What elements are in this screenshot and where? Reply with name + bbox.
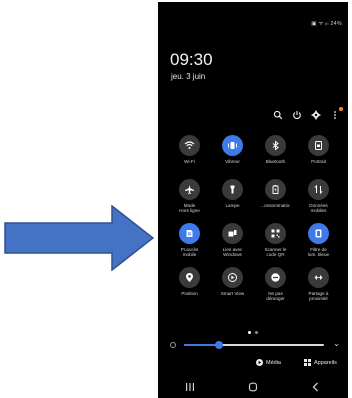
- chevron-down-icon[interactable]: ⌄: [333, 339, 340, 348]
- back-icon[interactable]: [306, 381, 326, 393]
- quick-tile-airplane[interactable]: Mode Hors ligne: [168, 179, 211, 214]
- quick-settings-grid: Wi-Fi Vibreur Bluetooth Portrait Mode Hors l…: [168, 135, 340, 302]
- quick-tile-blue-light[interactable]: Filtre de lum. bleue: [297, 223, 340, 258]
- quick-tile-power-saving[interactable]: ...onsommatio-: [254, 179, 297, 214]
- clock-time: 09:30: [170, 50, 213, 69]
- quick-tile-button[interactable]: [308, 223, 329, 244]
- location-icon: [186, 273, 193, 282]
- more-vertical-icon[interactable]: [330, 107, 343, 120]
- quick-tile-button[interactable]: [222, 179, 243, 200]
- page-indicator: [248, 331, 258, 334]
- bluetooth-icon: [272, 140, 279, 151]
- quick-tile-label: Mode Hors ligne: [179, 203, 200, 214]
- quick-tile-button[interactable]: [308, 267, 329, 288]
- wifi-icon: [184, 141, 195, 149]
- quick-tile-button[interactable]: [265, 135, 286, 156]
- quick-tile-button[interactable]: [308, 135, 329, 156]
- quick-tile-do-not-disturb[interactable]: Ne pas déranger: [254, 267, 297, 302]
- mobile-data-icon: [314, 184, 323, 195]
- apps-grid-icon: [304, 359, 311, 366]
- quick-tile-wifi[interactable]: Wi-Fi: [168, 135, 211, 170]
- quick-tile-button[interactable]: [179, 223, 200, 244]
- quick-tile-label: Ne pas déranger: [266, 291, 285, 302]
- quick-tile-location[interactable]: Position: [168, 267, 211, 302]
- quick-tile-button[interactable]: [179, 267, 200, 288]
- do-not-disturb-icon: [271, 273, 280, 282]
- link-windows-icon: [228, 230, 237, 237]
- brightness-icon: [170, 342, 176, 348]
- quick-panel-top-icons: [273, 107, 343, 120]
- quick-tile-smart-view[interactable]: Smart View: [211, 267, 254, 302]
- brightness-track[interactable]: [184, 341, 324, 349]
- right-arrow-shape: [4, 205, 154, 271]
- quick-tile-button[interactable]: [222, 223, 243, 244]
- quick-tile-label: Bluetooth: [265, 159, 286, 164]
- media-label: Média: [266, 359, 281, 366]
- quick-tile-label: Scanner le code QR: [264, 247, 287, 258]
- qr-scan-icon: [271, 229, 280, 238]
- brightness-slider[interactable]: ⌄: [170, 339, 340, 351]
- quick-tile-button[interactable]: [265, 223, 286, 244]
- quick-tile-label: Smart View: [220, 291, 245, 296]
- phone-screen: ▣ ᯤ ᵢₗₗ 24% 09:30 jeu. 3 juin Wi-Fi Vibre…: [158, 2, 348, 398]
- quick-tile-label: Portrait: [311, 159, 326, 164]
- quick-tile-label: Position: [181, 291, 198, 296]
- home-icon[interactable]: [243, 381, 263, 393]
- quick-tile-label: Données mobiles: [309, 203, 328, 214]
- media-button[interactable]: Média: [256, 359, 281, 366]
- quick-tile-button[interactable]: [222, 135, 243, 156]
- power-icon[interactable]: [292, 110, 302, 120]
- brightness-knob[interactable]: [215, 341, 223, 349]
- power-saving-icon: [272, 185, 279, 194]
- vibrate-icon: [228, 142, 237, 149]
- quick-tile-label: Partage à proximité: [308, 291, 329, 302]
- play-icon: [256, 359, 263, 366]
- quick-tile-button[interactable]: [308, 179, 329, 200]
- quick-tile-link-windows[interactable]: Lien avec Windows: [211, 223, 254, 258]
- notification-badge: [339, 107, 343, 111]
- quick-tile-nearby-share[interactable]: Partage à proximité: [297, 267, 340, 302]
- quick-tile-label: Filtre de lum. bleue: [307, 247, 330, 258]
- flashlight-icon: [230, 185, 235, 194]
- quick-tile-button[interactable]: [265, 267, 286, 288]
- quick-tile-label: Wi-Fi: [184, 159, 195, 164]
- quick-tile-button[interactable]: [222, 267, 243, 288]
- smart-view-icon: [228, 273, 237, 282]
- quick-tile-label: Lien avec Windows: [222, 247, 243, 258]
- quick-tile-mobile-data[interactable]: Données mobiles: [297, 179, 340, 214]
- navigation-bar: [158, 376, 348, 398]
- quick-tile-button[interactable]: [265, 179, 286, 200]
- blue-light-icon: [315, 229, 322, 238]
- quick-tile-label: ...onsommatio-: [260, 203, 291, 208]
- portrait-lock-icon: [315, 141, 322, 150]
- quick-tile-vibrate[interactable]: Vibreur: [211, 135, 254, 170]
- quick-tile-bluetooth[interactable]: Bluetooth: [254, 135, 297, 170]
- hotspot-icon: [186, 230, 193, 237]
- quick-tile-qr-scan[interactable]: Scanner le code QR: [254, 223, 297, 258]
- quick-tile-label: Vibreur: [225, 159, 240, 164]
- clock-date: jeu. 3 juin: [171, 72, 206, 81]
- quick-tile-flashlight[interactable]: Lampe: [211, 179, 254, 214]
- recent-apps-icon[interactable]: [180, 381, 200, 393]
- page-dot-active: [248, 331, 251, 334]
- quick-tile-button[interactable]: [179, 135, 200, 156]
- devices-button[interactable]: Appareils: [304, 359, 337, 366]
- quick-tile-button[interactable]: [179, 179, 200, 200]
- quick-tile-hotspot[interactable]: Pr.accès mobile: [168, 223, 211, 258]
- page-dot: [255, 331, 258, 334]
- status-bar: ▣ ᯤ ᵢₗₗ 24%: [311, 21, 342, 27]
- devices-label: Appareils: [314, 359, 337, 366]
- quick-tile-label: Pr.accès mobile: [180, 247, 199, 258]
- nearby-share-icon: [314, 275, 323, 280]
- quick-tile-portrait-lock[interactable]: Portrait: [297, 135, 340, 170]
- brightness-fill: [184, 344, 219, 346]
- search-icon[interactable]: [273, 110, 283, 120]
- gear-icon[interactable]: [311, 110, 321, 120]
- airplane-icon: [185, 185, 194, 194]
- quick-tile-label: Lampe: [225, 203, 240, 208]
